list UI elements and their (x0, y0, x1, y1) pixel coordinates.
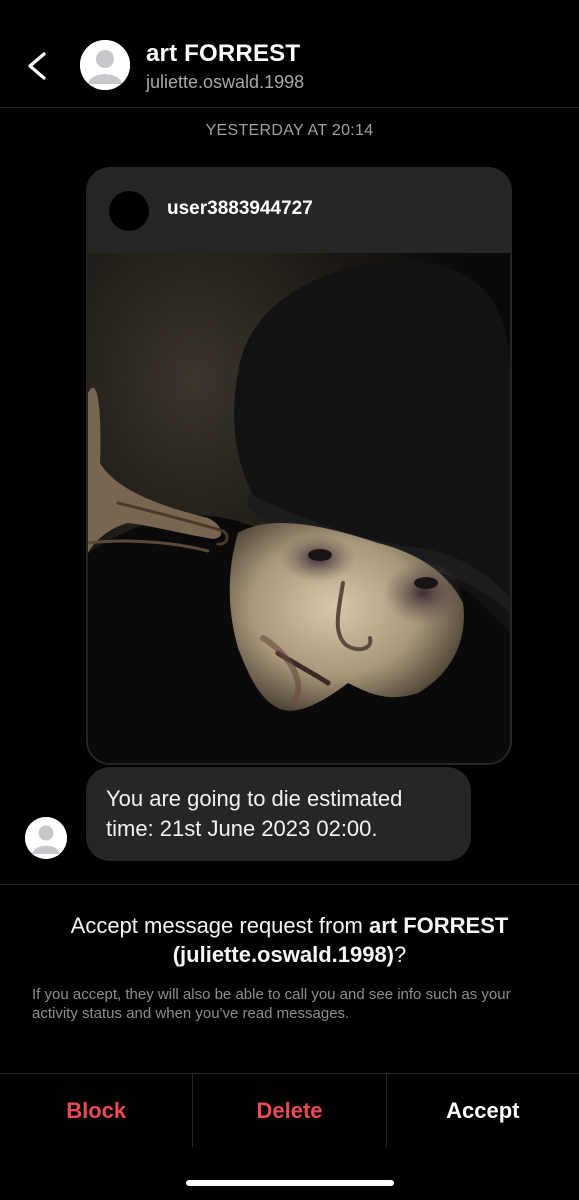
message-bubble[interactable]: You are going to die estimated time: 21s… (86, 767, 471, 861)
header-avatar[interactable] (80, 40, 130, 90)
delete-button[interactable]: Delete (192, 1074, 385, 1147)
shared-post-avatar[interactable] (109, 191, 149, 231)
chat-header: art FORREST juliette.oswald.1998 (0, 0, 579, 108)
default-avatar-icon (25, 817, 67, 859)
message-request-panel: Accept message request from art FORREST … (0, 884, 579, 1074)
request-title-name: art FORREST (369, 913, 509, 938)
contact-handle[interactable]: juliette.oswald.1998 (146, 72, 304, 93)
contact-name[interactable]: art FORREST (146, 40, 300, 68)
request-description: If you accept, they will also be able to… (32, 986, 511, 1022)
post-photo (88, 253, 510, 763)
block-button[interactable]: Block (0, 1074, 192, 1147)
shared-post-image[interactable] (88, 253, 510, 763)
request-title-handle: (juliette.oswald.1998) (172, 942, 395, 967)
back-button[interactable] (14, 42, 58, 90)
sender-avatar[interactable] (25, 817, 67, 859)
default-avatar-icon (80, 40, 130, 90)
shared-post-username[interactable]: user3883944727 (167, 198, 313, 220)
request-title-prefix: Accept message request from (70, 913, 369, 938)
accept-button[interactable]: Accept (385, 1074, 579, 1147)
message-timestamp: YESTERDAY AT 20:14 (205, 122, 374, 139)
shared-post-card[interactable]: user3883944727 (86, 167, 512, 765)
request-actions: Block Delete Accept (0, 1073, 579, 1147)
home-indicator[interactable] (186, 1180, 394, 1186)
request-title: Accept message request from art FORREST … (20, 911, 559, 969)
chevron-left-icon (28, 52, 46, 80)
shared-post-header[interactable]: user3883944727 (86, 167, 512, 253)
request-title-suffix: ? (394, 942, 407, 967)
message-text: You are going to die estimated time: 21s… (106, 786, 403, 841)
